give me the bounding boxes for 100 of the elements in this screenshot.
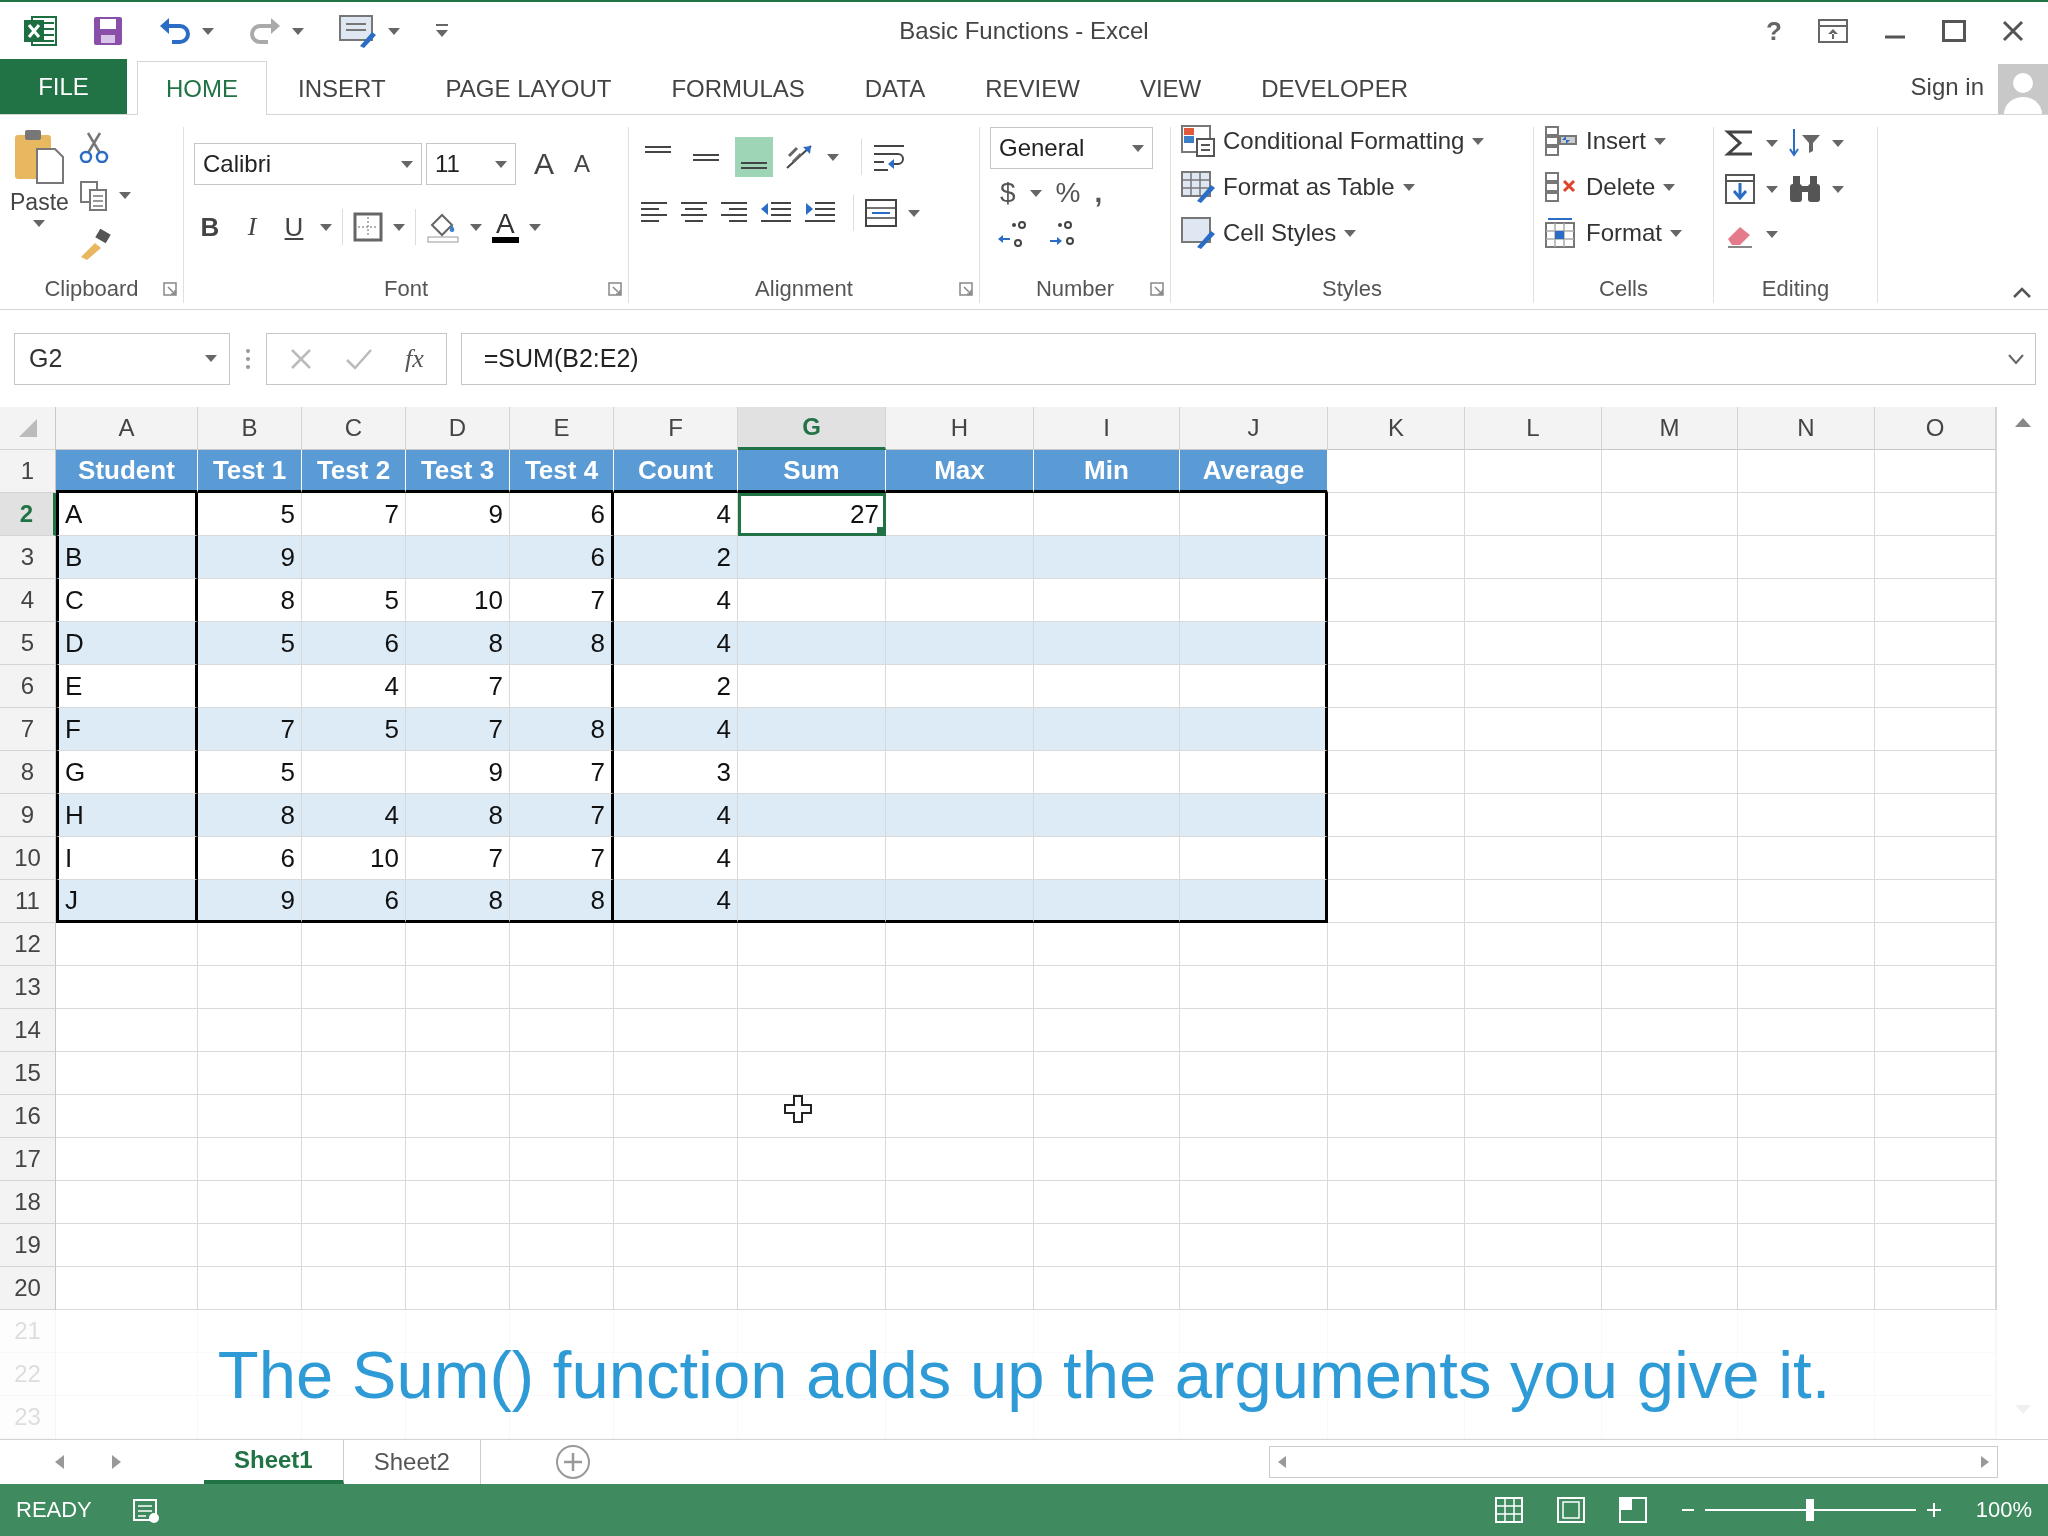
slider-thumb[interactable] (1806, 1499, 1815, 1521)
column-header[interactable]: F (614, 407, 738, 450)
ribbon-tab[interactable]: FORMULAS (642, 62, 834, 114)
row-header[interactable]: 12 (0, 923, 56, 966)
name-box[interactable]: G2 (14, 332, 230, 385)
row-header[interactable]: 5 (0, 622, 56, 665)
column-header[interactable]: C (302, 407, 406, 450)
scroll-right-icon[interactable] (1979, 1454, 1991, 1470)
help-button[interactable]: ? (1766, 15, 1782, 47)
binoculars-icon[interactable] (1788, 174, 1822, 204)
caret-icon[interactable] (528, 223, 541, 231)
row-header[interactable]: 19 (0, 1224, 56, 1267)
column-header[interactable]: N (1738, 407, 1875, 450)
column-header[interactable]: G (738, 407, 886, 450)
collapse-ribbon-icon[interactable] (2012, 287, 2032, 299)
row-header[interactable]: 2 (0, 493, 56, 536)
ribbon-tab[interactable]: DATA (835, 62, 955, 114)
row-header[interactable]: 9 (0, 794, 56, 837)
column-header[interactable]: O (1875, 407, 1996, 450)
vertical-align-button[interactable] (735, 137, 773, 177)
caret-icon[interactable] (1663, 183, 1676, 191)
styles-menu-button[interactable]: Cell Styles (1181, 217, 1523, 249)
cells-menu-button[interactable]: Delete (1544, 171, 1703, 203)
caret-icon[interactable] (827, 153, 839, 161)
fill-down-icon[interactable] (1724, 173, 1756, 205)
cut-icon[interactable] (78, 131, 109, 164)
dialog-launcher-icon[interactable] (163, 282, 177, 296)
caret-icon[interactable] (202, 27, 214, 35)
ribbon-tab[interactable]: REVIEW (956, 62, 1109, 114)
percent-button[interactable]: % (1055, 177, 1081, 209)
zoom-in-icon[interactable] (1925, 1502, 1942, 1518)
column-header[interactable]: H (886, 407, 1034, 450)
caret-icon[interactable] (1832, 139, 1844, 147)
column-header[interactable]: J (1180, 407, 1328, 450)
page-layout-view-icon[interactable] (1556, 1497, 1585, 1523)
row-header[interactable]: 4 (0, 579, 56, 622)
spreadsheet-logo-icon[interactable] (24, 15, 58, 47)
caret-icon[interactable] (1472, 137, 1485, 145)
caret-icon[interactable] (1766, 230, 1778, 238)
bold-button[interactable]: B (194, 211, 226, 243)
sort-filter-icon[interactable] (1788, 127, 1822, 159)
horizontal-scrollbar[interactable] (1269, 1446, 1998, 1478)
caret-icon[interactable] (401, 160, 413, 168)
zoom-level[interactable]: 100% (1975, 1497, 2032, 1523)
caret-icon[interactable] (1344, 229, 1357, 237)
dialog-launcher-icon[interactable] (1150, 282, 1164, 296)
format-as-table-icon[interactable] (1181, 171, 1215, 203)
italic-button[interactable]: I (236, 212, 268, 242)
caret-icon[interactable] (1654, 137, 1667, 145)
column-header[interactable]: B (198, 407, 302, 450)
normal-view-icon[interactable] (1494, 1497, 1523, 1523)
copy-icon[interactable] (78, 180, 109, 212)
expand-icon[interactable] (2007, 352, 2025, 365)
paste-button[interactable]: Paste (10, 123, 69, 269)
row-header[interactable]: 14 (0, 1009, 56, 1052)
caret-icon[interactable] (1029, 189, 1042, 197)
caret-icon[interactable] (320, 223, 332, 231)
borders-icon[interactable] (353, 212, 383, 242)
caret-icon[interactable] (1132, 144, 1144, 152)
styles-menu-button[interactable]: Format as Table (1181, 171, 1523, 203)
row-header[interactable]: 18 (0, 1181, 56, 1224)
dialog-launcher-icon[interactable] (608, 282, 622, 296)
row-header[interactable]: 15 (0, 1052, 56, 1095)
row-header[interactable]: 8 (0, 751, 56, 794)
grip-icon[interactable] (244, 346, 252, 371)
clipboard-icon[interactable] (13, 127, 66, 185)
new-sheet-icon[interactable] (554, 1444, 591, 1480)
customize-icon[interactable] (434, 23, 450, 39)
row-header[interactable]: 10 (0, 837, 56, 880)
maximize-icon[interactable] (1942, 20, 1966, 42)
row-header[interactable]: 7 (0, 708, 56, 751)
row-header[interactable]: 6 (0, 665, 56, 708)
caret-icon[interactable] (1832, 185, 1844, 193)
column-header[interactable]: L (1465, 407, 1602, 450)
caret-icon[interactable] (292, 27, 304, 35)
caret-icon[interactable] (908, 209, 920, 217)
save-icon[interactable] (92, 15, 124, 47)
number-format-field[interactable]: General (990, 127, 1153, 169)
file-tab[interactable]: FILE (0, 59, 127, 114)
caret-icon[interactable] (118, 192, 131, 200)
row-header[interactable]: 1 (0, 450, 56, 493)
cells-menu-button[interactable]: Format (1544, 217, 1703, 249)
sheet-tab[interactable]: Sheet1 (204, 1440, 344, 1484)
ribbon-tab[interactable]: PAGE LAYOUT (416, 62, 641, 114)
delete-cells-icon[interactable] (1544, 171, 1578, 203)
row-header[interactable]: 11 (0, 880, 56, 923)
dialog-launcher-icon[interactable] (959, 282, 973, 296)
sign-in-link[interactable]: Sign in (1910, 73, 1984, 101)
caret-icon[interactable] (393, 223, 405, 231)
column-header[interactable]: D (406, 407, 510, 450)
ribbon-tab[interactable]: DEVELOPER (1232, 62, 1437, 114)
caret-icon[interactable] (1670, 229, 1682, 237)
row-header[interactable]: 3 (0, 536, 56, 579)
cell-styles-icon[interactable] (1181, 217, 1215, 249)
conditional-formatting-icon[interactable] (1181, 125, 1215, 157)
ribbon-tab[interactable]: HOME (137, 61, 267, 115)
column-header[interactable]: A (56, 407, 198, 450)
caret-icon[interactable] (33, 220, 46, 227)
caret-icon[interactable] (1402, 183, 1415, 191)
column-header[interactable]: K (1328, 407, 1465, 450)
